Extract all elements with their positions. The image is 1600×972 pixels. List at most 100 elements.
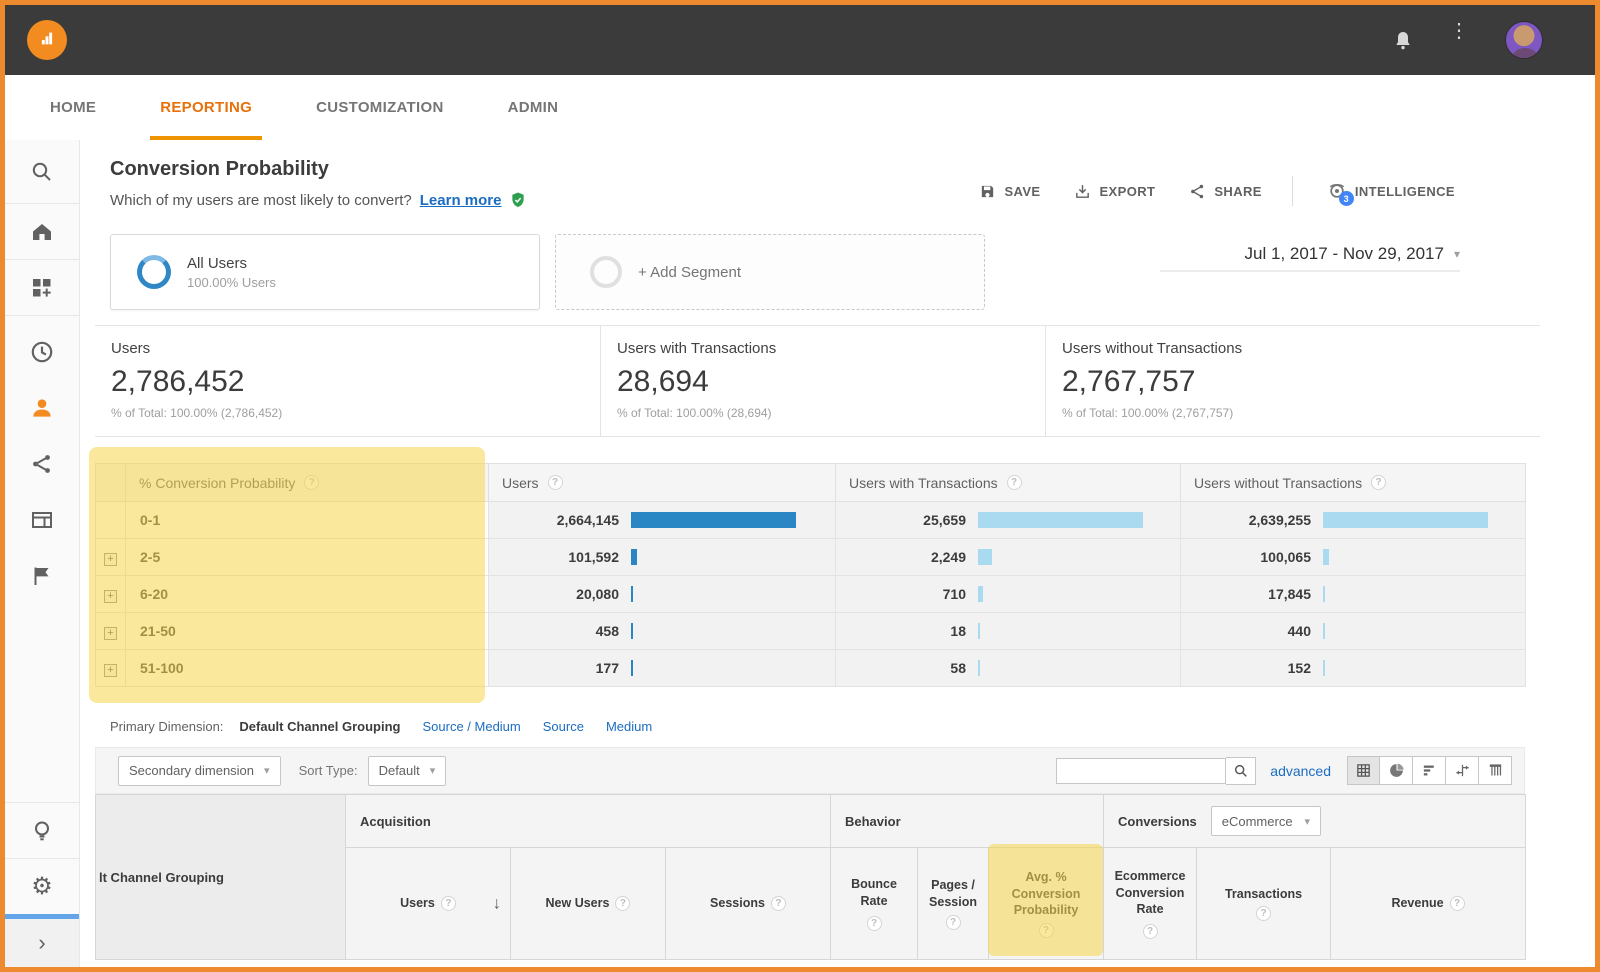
segment-all-users[interactable]: All Users 100.00% Users <box>110 234 540 310</box>
save-icon <box>979 183 996 200</box>
col-header-users[interactable]: Users? ↓ <box>346 848 511 960</box>
tab-reporting[interactable]: REPORTING <box>154 75 258 140</box>
share-button[interactable]: SHARE <box>1189 183 1262 200</box>
col-header-pages-session[interactable]: Pages / Session? <box>918 848 989 960</box>
lightbulb-icon <box>30 819 54 843</box>
sort-type-button[interactable]: Default ▾ <box>368 756 447 786</box>
col-header-users[interactable]: Users? <box>489 464 836 502</box>
sidebar-item-behavior[interactable] <box>5 492 79 548</box>
segment-title: All Users <box>187 255 276 272</box>
uwt-value: 710 <box>836 586 966 602</box>
expand-icon[interactable]: + <box>104 590 117 603</box>
advanced-filter-link[interactable]: advanced <box>1270 763 1331 779</box>
dimension-medium[interactable]: Medium <box>606 719 652 734</box>
expand-icon[interactable]: + <box>104 664 117 677</box>
sidebar-item-settings[interactable]: ⚙ <box>5 858 79 914</box>
view-table-button[interactable] <box>1347 756 1380 785</box>
question-icon[interactable]: ? <box>548 475 563 490</box>
sidebar-item-realtime[interactable] <box>5 324 79 380</box>
save-button[interactable]: SAVE <box>979 183 1040 200</box>
sidebar-item-home[interactable] <box>5 204 79 260</box>
sidebar-item-conversions[interactable] <box>5 548 79 604</box>
dimension-source[interactable]: Source <box>543 719 584 734</box>
scorecard-users-with-transactions: Users with Transactions 28,694 % of Tota… <box>600 326 1045 436</box>
conversion-probability-table: % Conversion Probability? Users? Users w… <box>95 463 1525 687</box>
expand-icon[interactable]: + <box>104 627 117 640</box>
dimension-source-medium[interactable]: Source / Medium <box>422 719 520 734</box>
sidebar-item-dashboards[interactable] <box>5 260 79 316</box>
search-icon <box>30 160 54 184</box>
intelligence-button[interactable]: 3 INTELLIGENCE <box>1327 181 1455 201</box>
bucket-label: 2-5 <box>126 539 489 576</box>
view-percentage-button[interactable] <box>1380 756 1413 785</box>
col-header-new-users[interactable]: New Users? <box>511 848 666 960</box>
uwot-value: 2,639,255 <box>1181 512 1311 528</box>
question-icon[interactable]: ? <box>1371 475 1386 490</box>
tab-customization[interactable]: CUSTOMIZATION <box>310 75 450 140</box>
table-search-input[interactable] <box>1056 758 1226 784</box>
expand-column-header <box>96 464 126 502</box>
col-header-ecommerce-conversion-rate[interactable]: Ecommerce Conversion Rate? <box>1104 848 1197 960</box>
bucket-label: 6-20 <box>126 576 489 613</box>
col-header-transactions[interactable]: Transactions? <box>1197 848 1331 960</box>
col-header-bounce-rate[interactable]: Bounce Rate? <box>831 848 918 960</box>
col-header-revenue[interactable]: Revenue? <box>1331 848 1526 960</box>
col-header-sessions[interactable]: Sessions? <box>666 848 831 960</box>
sidebar-item-audience[interactable] <box>5 380 79 436</box>
table-search-button[interactable] <box>1226 757 1256 785</box>
expand-icon[interactable]: + <box>104 553 117 566</box>
col-header-users-without-transactions[interactable]: Users without Transactions? <box>1181 464 1526 502</box>
conversions-type-select[interactable]: eCommerce ▾ <box>1211 806 1321 836</box>
sidebar-search[interactable] <box>5 140 79 204</box>
overflow-menu-icon[interactable]: ⋮ <box>1449 27 1459 36</box>
sidebar-item-acquisition[interactable] <box>5 436 79 492</box>
question-icon[interactable]: ? <box>771 896 786 911</box>
sort-desc-icon[interactable]: ↓ <box>493 892 502 915</box>
question-icon[interactable]: ? <box>1450 896 1465 911</box>
scorecard-value: 2,786,452 <box>111 365 600 399</box>
question-icon[interactable]: ? <box>1256 906 1271 921</box>
sidebar-item-insights[interactable] <box>5 802 79 858</box>
view-pivot-button[interactable] <box>1479 756 1512 785</box>
add-segment-button[interactable]: + Add Segment <box>555 234 985 310</box>
view-performance-button[interactable] <box>1413 756 1446 785</box>
dropdown-arrow-icon: ▾ <box>1305 815 1311 828</box>
question-icon[interactable]: ? <box>1039 923 1054 938</box>
question-icon[interactable]: ? <box>304 475 319 490</box>
dimension-default-channel-grouping[interactable]: Default Channel Grouping <box>239 719 400 734</box>
export-download-icon <box>1074 183 1091 200</box>
sidebar-spacer <box>5 604 79 802</box>
export-button[interactable]: EXPORT <box>1074 183 1155 200</box>
table-row: + 21-50 458 18 440 <box>96 613 1526 650</box>
col-header-users-with-transactions[interactable]: Users with Transactions? <box>836 464 1181 502</box>
uwt-bar <box>978 512 1143 528</box>
question-icon[interactable]: ? <box>946 915 961 930</box>
analytics-logo-icon[interactable] <box>27 20 67 60</box>
tab-home[interactable]: HOME <box>44 75 102 140</box>
table-row: + 6-20 20,080 710 17,845 <box>96 576 1526 613</box>
bucket-label: 51-100 <box>126 650 489 687</box>
question-icon[interactable]: ? <box>1007 475 1022 490</box>
col-header-conversion-probability[interactable]: % Conversion Probability? <box>126 464 489 502</box>
date-range-picker[interactable]: Jul 1, 2017 - Nov 29, 2017 ▾ <box>1160 244 1460 272</box>
col-header-avg-conversion-probability[interactable]: Avg. % Conversion Probability? <box>989 848 1104 960</box>
uwot-bar <box>1323 512 1488 528</box>
question-icon[interactable]: ? <box>1143 924 1158 939</box>
view-comparison-button[interactable] <box>1446 756 1479 785</box>
question-icon[interactable]: ? <box>441 896 456 911</box>
notifications-bell-icon[interactable] <box>1391 29 1415 53</box>
uwt-value: 18 <box>836 623 966 639</box>
question-icon[interactable]: ? <box>615 896 630 911</box>
learn-more-link[interactable]: Learn more <box>420 192 502 209</box>
users-bar <box>631 660 633 676</box>
tab-admin[interactable]: ADMIN <box>502 75 565 140</box>
row-dimension-header: lt Channel Grouping <box>96 795 346 960</box>
sidebar-collapse-button[interactable]: › <box>5 919 79 967</box>
users-value: 177 <box>489 660 619 676</box>
secondary-dimension-button[interactable]: Secondary dimension ▾ <box>118 756 281 786</box>
question-icon[interactable]: ? <box>867 916 882 931</box>
bucket-label: 0-1 <box>126 502 489 539</box>
user-avatar[interactable] <box>1505 21 1543 59</box>
scorecards: Users 2,786,452 % of Total: 100.00% (2,7… <box>95 325 1540 437</box>
comparison-view-icon <box>1454 762 1471 779</box>
